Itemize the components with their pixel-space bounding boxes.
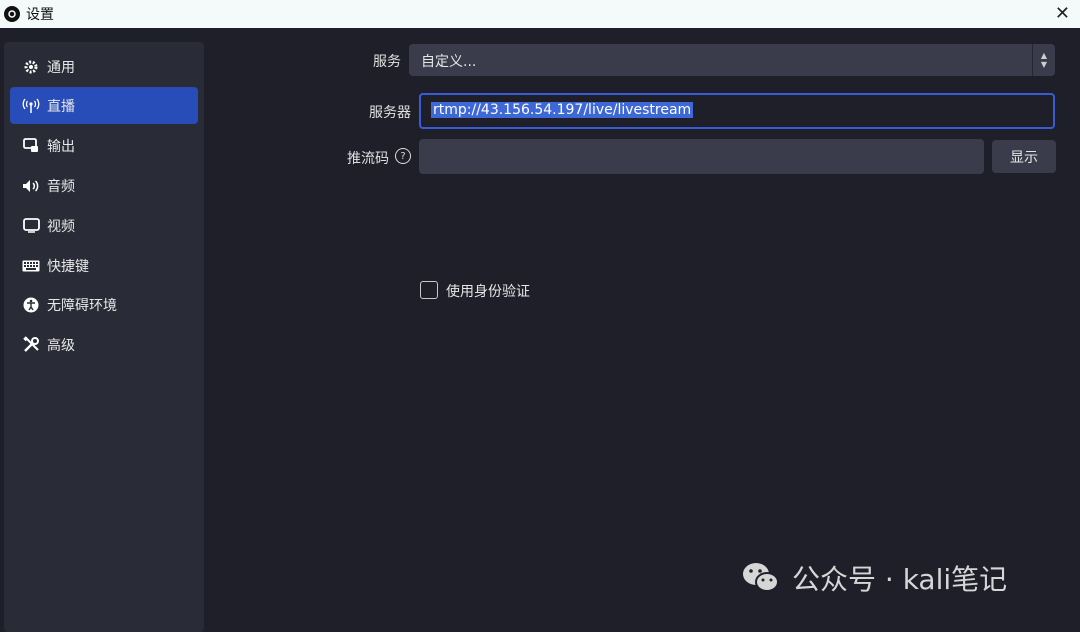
output-icon xyxy=(20,138,42,153)
broadcast-icon xyxy=(20,98,42,114)
service-select-value: 自定义... xyxy=(421,54,477,70)
service-select[interactable]: 自定义... ▲ ▼ xyxy=(409,44,1055,76)
server-input[interactable]: rtmp://43.156.54.197/live/livestream xyxy=(419,93,1055,129)
sidebar-item-hotkeys[interactable]: 快捷键 xyxy=(10,247,198,284)
updown-chevron-icon: ▲ ▼ xyxy=(1032,44,1055,76)
monitor-icon xyxy=(20,218,42,233)
sidebar-item-label: 无障碍环境 xyxy=(47,297,117,314)
sidebar-item-advanced[interactable]: 高级 xyxy=(10,326,198,363)
watermark-text: 公众号 · kali笔记 xyxy=(792,563,1008,596)
sidebar-item-label: 音频 xyxy=(47,178,75,195)
sidebar-item-stream[interactable]: 直播 xyxy=(10,87,198,124)
server-input-value: rtmp://43.156.54.197/live/livestream xyxy=(431,102,694,118)
server-label: 服务器 xyxy=(369,105,411,121)
sidebar-item-label: 直播 xyxy=(47,98,75,115)
stream-key-input[interactable] xyxy=(419,139,984,174)
close-icon[interactable]: ✕ xyxy=(1055,3,1070,24)
title-bar: 设置 ✕ xyxy=(0,0,1080,28)
sidebar-item-accessibility[interactable]: 无障碍环境 xyxy=(10,286,198,323)
use-auth-checkbox[interactable] xyxy=(420,281,438,299)
sidebar-item-label: 高级 xyxy=(47,337,75,354)
use-auth-label: 使用身份验证 xyxy=(446,284,530,300)
window-title: 设置 xyxy=(26,7,54,23)
speaker-icon xyxy=(20,179,42,193)
sidebar-item-label: 快捷键 xyxy=(47,258,89,275)
accessibility-icon xyxy=(20,297,42,313)
sidebar-item-general[interactable]: 通用 xyxy=(10,48,198,85)
wechat-watermark: 公众号 · kali笔记 xyxy=(740,548,1070,608)
stream-key-label: 推流码 xyxy=(347,151,389,167)
settings-sidebar: 通用 直播 输出 音频 视频 快捷键 无障碍环境 高级 xyxy=(4,42,204,632)
service-label: 服务 xyxy=(373,54,401,70)
tools-icon xyxy=(20,336,42,353)
wechat-icon xyxy=(743,563,779,592)
sidebar-item-audio[interactable]: 音频 xyxy=(10,167,198,204)
gear-icon xyxy=(20,59,42,75)
help-icon[interactable]: ? xyxy=(395,148,411,164)
sidebar-item-output[interactable]: 输出 xyxy=(10,127,198,164)
sidebar-item-video[interactable]: 视频 xyxy=(10,207,198,244)
obs-logo-icon xyxy=(4,6,20,22)
sidebar-item-label: 视频 xyxy=(47,218,75,235)
show-key-button[interactable]: 显示 xyxy=(992,140,1056,173)
sidebar-item-label: 通用 xyxy=(47,59,75,76)
keyboard-icon xyxy=(20,260,42,272)
sidebar-item-label: 输出 xyxy=(47,138,75,155)
